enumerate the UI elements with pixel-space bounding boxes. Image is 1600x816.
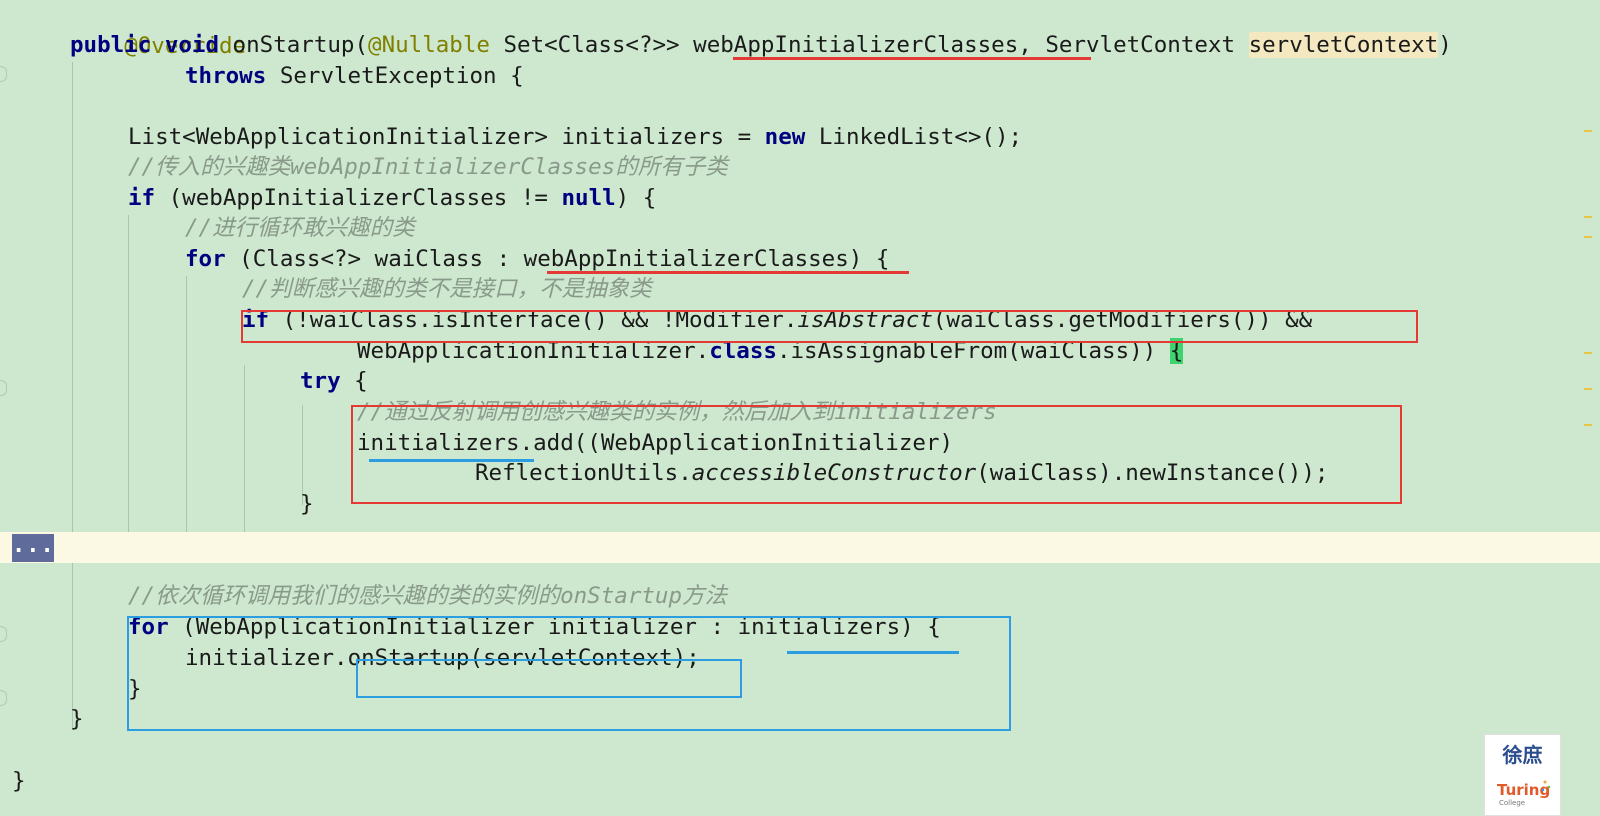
keyword-if: if <box>128 185 156 211</box>
list-init: LinkedList<>(); <box>805 124 1023 150</box>
for-header: (Class<?> waiClass : <box>225 246 524 272</box>
fold-marker[interactable] <box>0 690 7 706</box>
keyword-for: for <box>185 246 226 272</box>
brace-close: } <box>12 768 26 794</box>
highlight-box-onstartup-call <box>356 659 742 698</box>
code-comment: //进行循环敢兴趣的类 <box>185 215 415 241</box>
code-comment: //传入的兴趣类webAppInitializerClasses的所有子类 <box>128 154 728 180</box>
underline-iterated-classes <box>547 271 909 274</box>
param-separator: , ServletContext <box>1018 32 1249 58</box>
scrollbar-marker[interactable] <box>1584 424 1592 426</box>
fold-marker[interactable] <box>0 380 7 396</box>
keyword-public: public <box>70 32 152 58</box>
code-line-5: List<WebApplicationInitializer> initiali… <box>128 122 1022 153</box>
keyword-try: try <box>300 368 341 394</box>
brace-open: ) { <box>848 246 890 272</box>
scrollbar-marker[interactable] <box>1584 130 1592 132</box>
brace-close: } <box>300 491 314 517</box>
code-line-7: if (webAppInitializerClasses != null) { <box>128 183 656 214</box>
code-line-13: try { <box>300 366 368 397</box>
code-line-6: //传入的兴趣类webAppInitializerClasses的所有子类 <box>128 152 728 183</box>
fold-marker[interactable] <box>0 66 7 82</box>
sparkle-icon <box>1540 780 1551 798</box>
brace-open: { <box>340 368 368 394</box>
method-signature: onStartup( <box>219 32 369 58</box>
highlight-box-condition <box>241 310 1418 343</box>
scrollbar-marker[interactable] <box>1584 216 1592 218</box>
code-line-1: @Override <box>70 0 246 59</box>
folded-code-chip[interactable]: ... <box>12 534 54 562</box>
logo-sub-text: College <box>1499 799 1526 807</box>
param-servlet-context: servletContext <box>1248 32 1439 58</box>
paren-close: ) <box>1438 32 1452 58</box>
scrollbar-marker[interactable] <box>1584 236 1592 238</box>
param-type: Set<Class<?>> <box>489 32 694 58</box>
current-line-highlight <box>0 532 1600 563</box>
highlight-box-instantiate <box>351 405 1402 504</box>
code-comment: //判断感兴趣的类不是接口，不是抽象类 <box>242 276 652 302</box>
scrollbar-marker[interactable] <box>1584 388 1592 390</box>
scrollbar-marker[interactable] <box>1584 352 1592 354</box>
code-line-17: } <box>300 489 314 520</box>
code-editor[interactable]: ... @Override public void onStartup(@Nul… <box>0 0 1600 814</box>
fold-marker[interactable] <box>0 626 7 642</box>
code-line-24: } <box>70 704 84 735</box>
indent-guide <box>244 365 245 532</box>
list-declaration: List<WebApplicationInitializer> initiali… <box>128 124 765 150</box>
code-line-10: //判断感兴趣的类不是接口，不是抽象类 <box>242 274 652 305</box>
annotation-nullable: @Nullable <box>368 32 490 58</box>
iterated-collection: webAppInitializerClasses <box>523 246 849 272</box>
underline-initializers-var <box>369 459 534 462</box>
param-webapp-initializer-classes: webAppInitializerClasses <box>693 32 1019 58</box>
code-line-26: } <box>12 766 26 797</box>
indent-guide <box>186 276 187 532</box>
logo-cn-text: 徐庶 <box>1502 743 1543 767</box>
indent-guide <box>128 215 129 532</box>
indent-guide <box>72 62 73 730</box>
code-line-20: //依次循环调用我们的感兴趣的类的实例的onStartup方法 <box>128 581 727 612</box>
brace-open: ) { <box>615 185 657 211</box>
code-comment: //依次循环调用我们的感兴趣的类的实例的onStartup方法 <box>128 583 728 609</box>
keyword-null: null <box>561 185 616 211</box>
keyword-new: new <box>764 124 806 150</box>
keyword-void: void <box>164 32 220 58</box>
underline-webapp-initializer-classes <box>733 57 1091 60</box>
brace-close: } <box>70 706 84 732</box>
exception-type: ServletException { <box>266 63 524 89</box>
keyword-throws: throws <box>185 63 267 89</box>
code-line-8: //进行循环敢兴趣的类 <box>185 213 415 244</box>
watermark-logo: 徐庶 Turing College <box>1484 734 1561 816</box>
code-line-3: throws ServletException { <box>185 61 524 92</box>
null-check: (webAppInitializerClasses != <box>155 185 562 211</box>
